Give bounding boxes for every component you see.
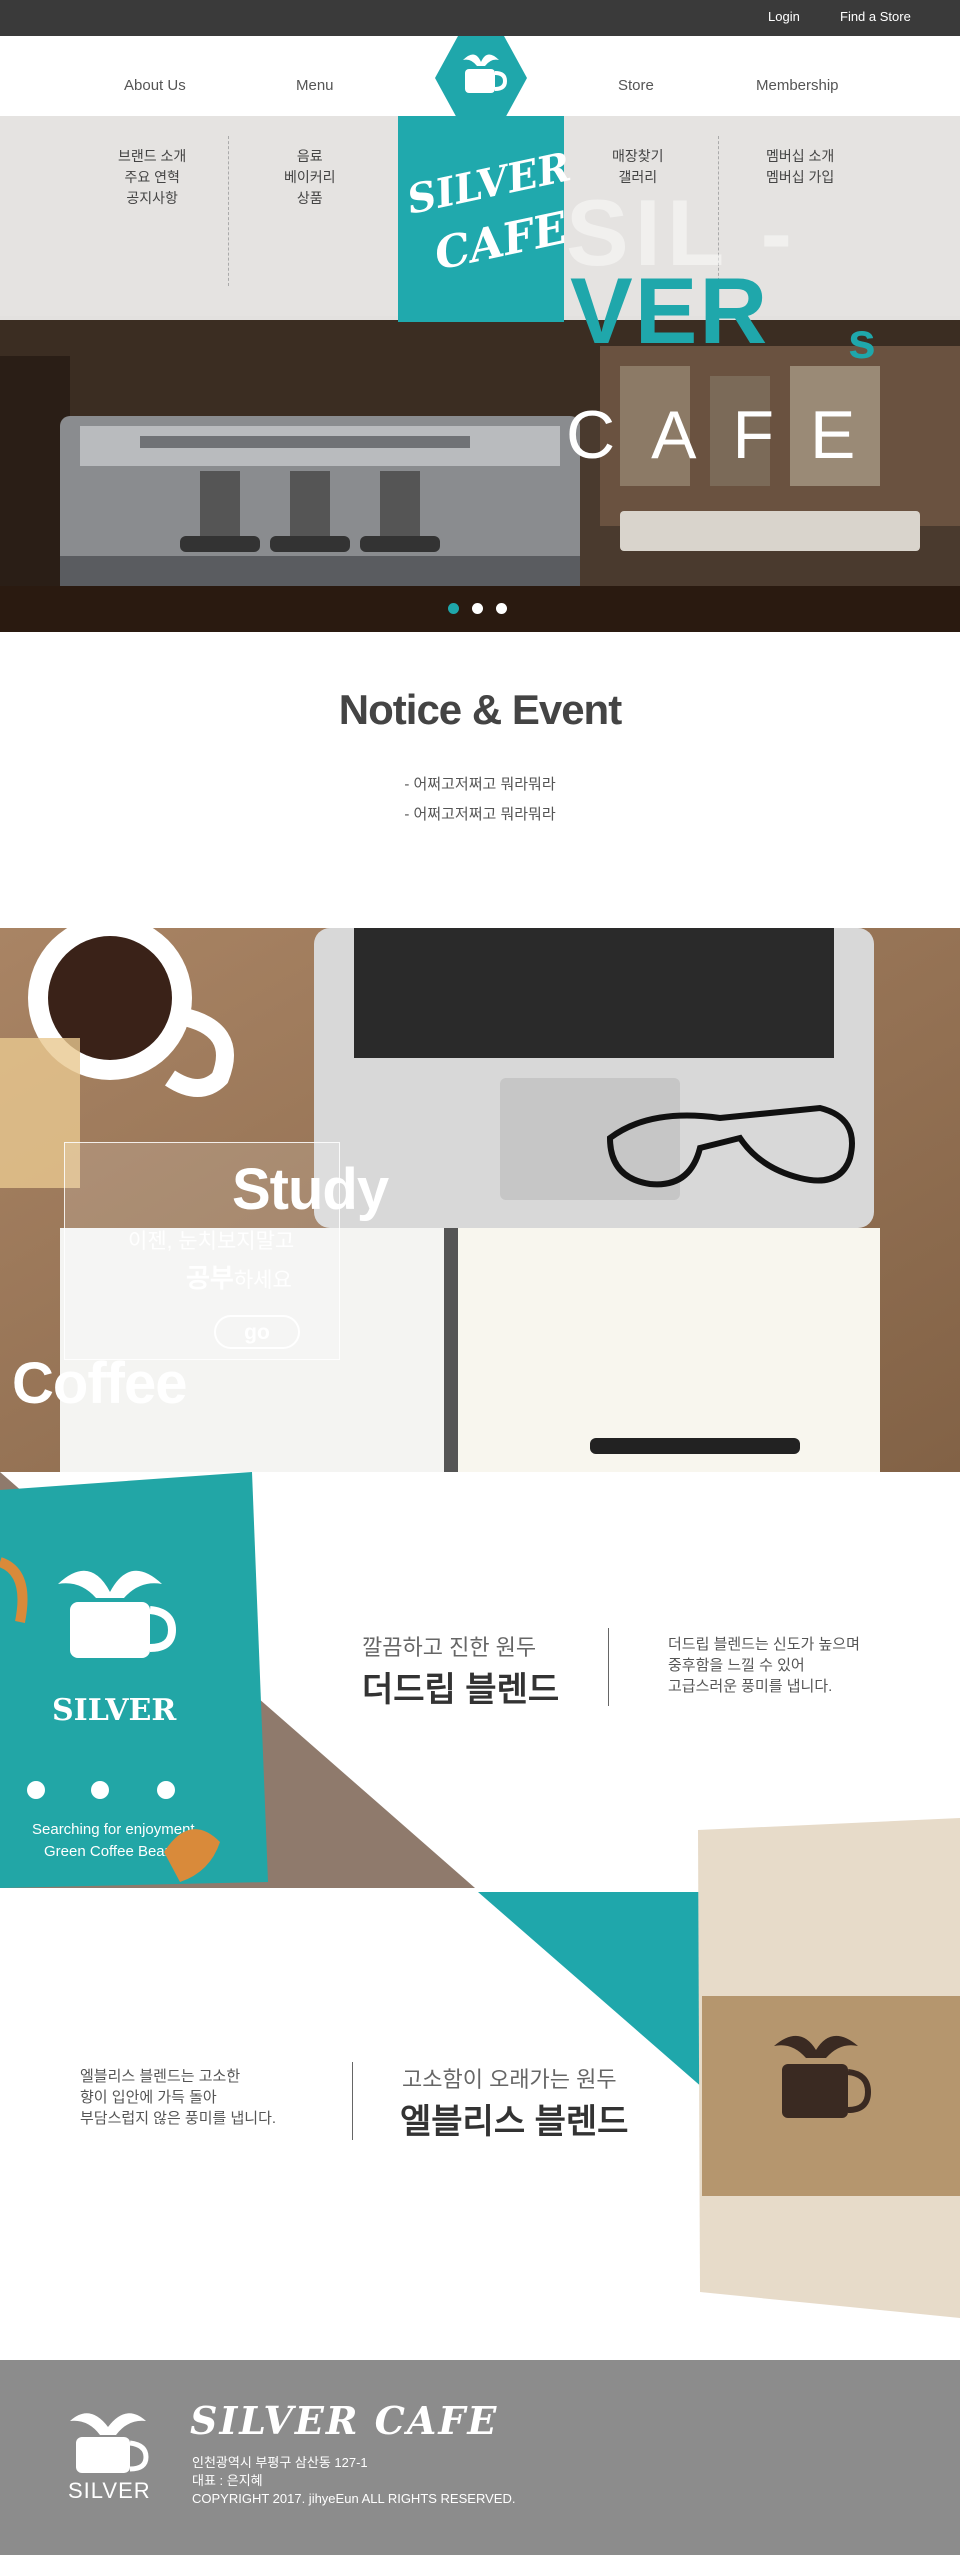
brand-logo-box[interactable]: SILVER CAFE bbox=[398, 116, 575, 322]
product2-desc-line: 향이 입안에 가득 돌아 bbox=[80, 2089, 217, 2106]
nav-item-menu[interactable]: Menu bbox=[296, 77, 334, 94]
footer-coffee-cup-logo bbox=[70, 2413, 149, 2473]
study-banner: Study 이젠, 눈치보지말고 공부하세요 go Coffee bbox=[0, 928, 960, 1472]
product1-desc-line: 고급스러운 풍미를 냅니다. bbox=[668, 1678, 833, 1695]
product2-divider bbox=[352, 2062, 353, 2140]
footer: SILVER SILVER CAFE 인천광역시 부평구 삼산동 127-1 대… bbox=[0, 2360, 960, 2555]
slider-dots bbox=[448, 601, 520, 619]
product1-divider bbox=[608, 1628, 609, 1706]
submenu-item-goods[interactable]: 상품 bbox=[284, 188, 336, 209]
submenu-about: 브랜드 소개 주요 연혁 공지사항 bbox=[118, 146, 186, 209]
study-copy-bold: 공부 bbox=[186, 1263, 234, 1293]
bag-tagline-2: Green Coffee Bean bbox=[44, 1843, 173, 1860]
footer-ceo: 대표 : 은지혜 bbox=[192, 2473, 263, 2488]
nav-item-store[interactable]: Store bbox=[618, 77, 654, 94]
nav-item-membership[interactable]: Membership bbox=[756, 77, 839, 94]
submenu-item-find-store[interactable]: 매장찾기 bbox=[612, 146, 664, 167]
product2-name[interactable]: 엘블리스 블렌드 bbox=[400, 2094, 628, 2143]
submenu-item-notice[interactable]: 공지사항 bbox=[118, 188, 186, 209]
product1-desc-line: 더드립 블렌드는 신도가 높으며 bbox=[668, 1636, 860, 1653]
hero-title-cafe: CAFE bbox=[566, 397, 892, 473]
go-button[interactable]: go bbox=[214, 1315, 300, 1349]
footer-title: SILVER CAFE bbox=[190, 2398, 499, 2443]
footer-address: 인천광역시 부평구 삼산동 127-1 bbox=[192, 2455, 368, 2470]
footer-logo-text: SILVER bbox=[68, 2478, 151, 2503]
notice-list: - 어쩌고저쩌고 뭐라뭐라 - 어쩌고저쩌고 뭐라뭐라 bbox=[0, 770, 960, 830]
study-copy-rest: 하세요 bbox=[233, 1269, 292, 1292]
submenu-item-bakery[interactable]: 베이커리 bbox=[284, 167, 336, 188]
divider bbox=[228, 136, 229, 286]
find-store-link[interactable]: Find a Store bbox=[840, 9, 911, 24]
kraft-coffee-bag bbox=[698, 1818, 960, 2318]
hero-banner: 브랜드 소개 주요 연혁 공지사항 음료 베이커리 상품 매장찾기 갤러리 멤버… bbox=[0, 116, 960, 632]
product1-desc-line: 중후함을 느낄 수 있어 bbox=[668, 1657, 805, 1674]
product2-description: 엘블리스 블렌드는 고소한 향이 입안에 가득 돌아 부담스럽지 않은 풍미를 … bbox=[80, 2066, 276, 2129]
hero-title-ver: VER bbox=[570, 258, 770, 363]
login-link[interactable]: Login bbox=[768, 9, 800, 24]
study-copy-line2: 공부하세요 bbox=[186, 1258, 292, 1295]
footer-copyright: COPYRIGHT 2017. jihyeEun ALL RIGHTS RESE… bbox=[192, 2491, 516, 2506]
product2-desc-line: 부담스럽지 않은 풍미를 냅니다. bbox=[80, 2110, 277, 2127]
coffee-heading: Coffee bbox=[12, 1351, 187, 1416]
submenu-item-drinks[interactable]: 음료 bbox=[284, 146, 336, 167]
submenu-item-history[interactable]: 주요 연혁 bbox=[118, 167, 186, 188]
product1-name[interactable]: 더드립 블렌드 bbox=[362, 1662, 559, 1711]
slider-dot-2[interactable] bbox=[472, 603, 483, 614]
hero-title-s: s bbox=[848, 313, 876, 369]
products-section: SILVER Searching for enjoyment Green Cof… bbox=[0, 1472, 960, 2360]
product2-desc-line: 엘블리스 블렌드는 고소한 bbox=[80, 2068, 241, 2085]
submenu-item-membership-intro[interactable]: 멤버십 소개 bbox=[766, 146, 834, 167]
footer-info: 인천광역시 부평구 삼산동 127-1 대표 : 은지혜 COPYRIGHT 2… bbox=[192, 2454, 515, 2508]
submenu-menu: 음료 베이커리 상품 bbox=[284, 146, 336, 209]
coffee-cup-hexagon-logo[interactable] bbox=[435, 36, 527, 120]
product1-subtitle: 깔끔하고 진한 원두 bbox=[362, 1635, 537, 1660]
bag-brand-text: SILVER bbox=[52, 1693, 177, 1728]
bag-tagline-1: Searching for enjoyment bbox=[32, 1821, 195, 1838]
notice-item[interactable]: - 어쩌고저쩌고 뭐라뭐라 bbox=[0, 770, 960, 800]
product2-subtitle: 고소함이 오래가는 원두 bbox=[402, 2067, 617, 2092]
silver-coffee-bag: SILVER Searching for enjoyment Green Cof… bbox=[0, 1472, 268, 1950]
top-bar: Login Find a Store bbox=[0, 0, 960, 36]
slider-dot-3[interactable] bbox=[496, 603, 507, 614]
submenu-item-brand[interactable]: 브랜드 소개 bbox=[118, 146, 186, 167]
study-copy-line1: 이젠, 눈치보지말고 bbox=[128, 1230, 295, 1253]
slider-dot-1[interactable] bbox=[448, 603, 459, 614]
notice-title: Notice & Event bbox=[338, 686, 622, 733]
nav-item-about-us[interactable]: About Us bbox=[124, 77, 186, 94]
study-heading: Study bbox=[232, 1157, 389, 1222]
notice-item[interactable]: - 어쩌고저쩌고 뭐라뭐라 bbox=[0, 800, 960, 830]
product1-description: 더드립 블렌드는 신도가 높으며 중후함을 느낄 수 있어 고급스러운 풍미를 … bbox=[668, 1634, 860, 1697]
product-backgrounds: SILVER Searching for enjoyment Green Cof… bbox=[0, 1472, 960, 2318]
